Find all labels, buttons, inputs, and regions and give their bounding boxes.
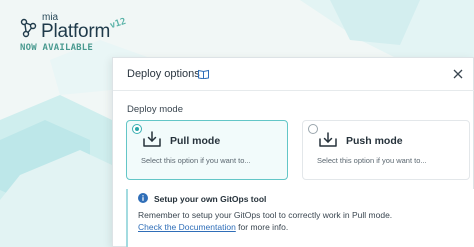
pull-mode-title: Pull mode xyxy=(170,135,221,147)
push-mode-description: Select this option if you want to... xyxy=(317,156,427,165)
deploy-options-modal: Deploy options Deploy mode Pull mode Sel… xyxy=(112,57,474,247)
book-icon[interactable] xyxy=(198,69,209,79)
push-mode-option[interactable]: Push mode Select this option if you want… xyxy=(302,120,470,180)
info-title: Setup your own GitOps tool xyxy=(154,194,267,204)
info-text: Remember to setup your GitOps tool to co… xyxy=(138,210,393,220)
info-link-line: Check the Documentation for more info. xyxy=(138,222,288,232)
push-upload-icon xyxy=(319,132,337,147)
info-icon xyxy=(138,193,148,203)
brand-product-name: Platform xyxy=(41,21,111,42)
pull-download-icon xyxy=(143,131,161,147)
modal-title: Deploy options xyxy=(127,68,200,80)
deploy-mode-label: Deploy mode xyxy=(127,104,183,115)
push-mode-radio[interactable] xyxy=(308,124,318,134)
documentation-link[interactable]: Check the Documentation xyxy=(138,222,236,232)
pull-mode-option[interactable]: Pull mode Select this option if you want… xyxy=(126,120,288,180)
gitops-info-callout: Setup your own GitOps tool Remember to s… xyxy=(126,189,474,247)
close-icon[interactable] xyxy=(453,69,463,79)
info-link-suffix: for more info. xyxy=(235,222,289,232)
modal-header: Deploy options xyxy=(113,58,474,91)
pull-mode-radio[interactable] xyxy=(132,124,142,134)
pull-mode-description: Select this option if you want to... xyxy=(141,156,251,165)
network-logo-icon xyxy=(20,18,37,38)
push-mode-title: Push mode xyxy=(346,135,403,147)
availability-tagline: NOW AVAILABLE xyxy=(20,43,94,53)
version-badge: v12 xyxy=(108,16,128,32)
